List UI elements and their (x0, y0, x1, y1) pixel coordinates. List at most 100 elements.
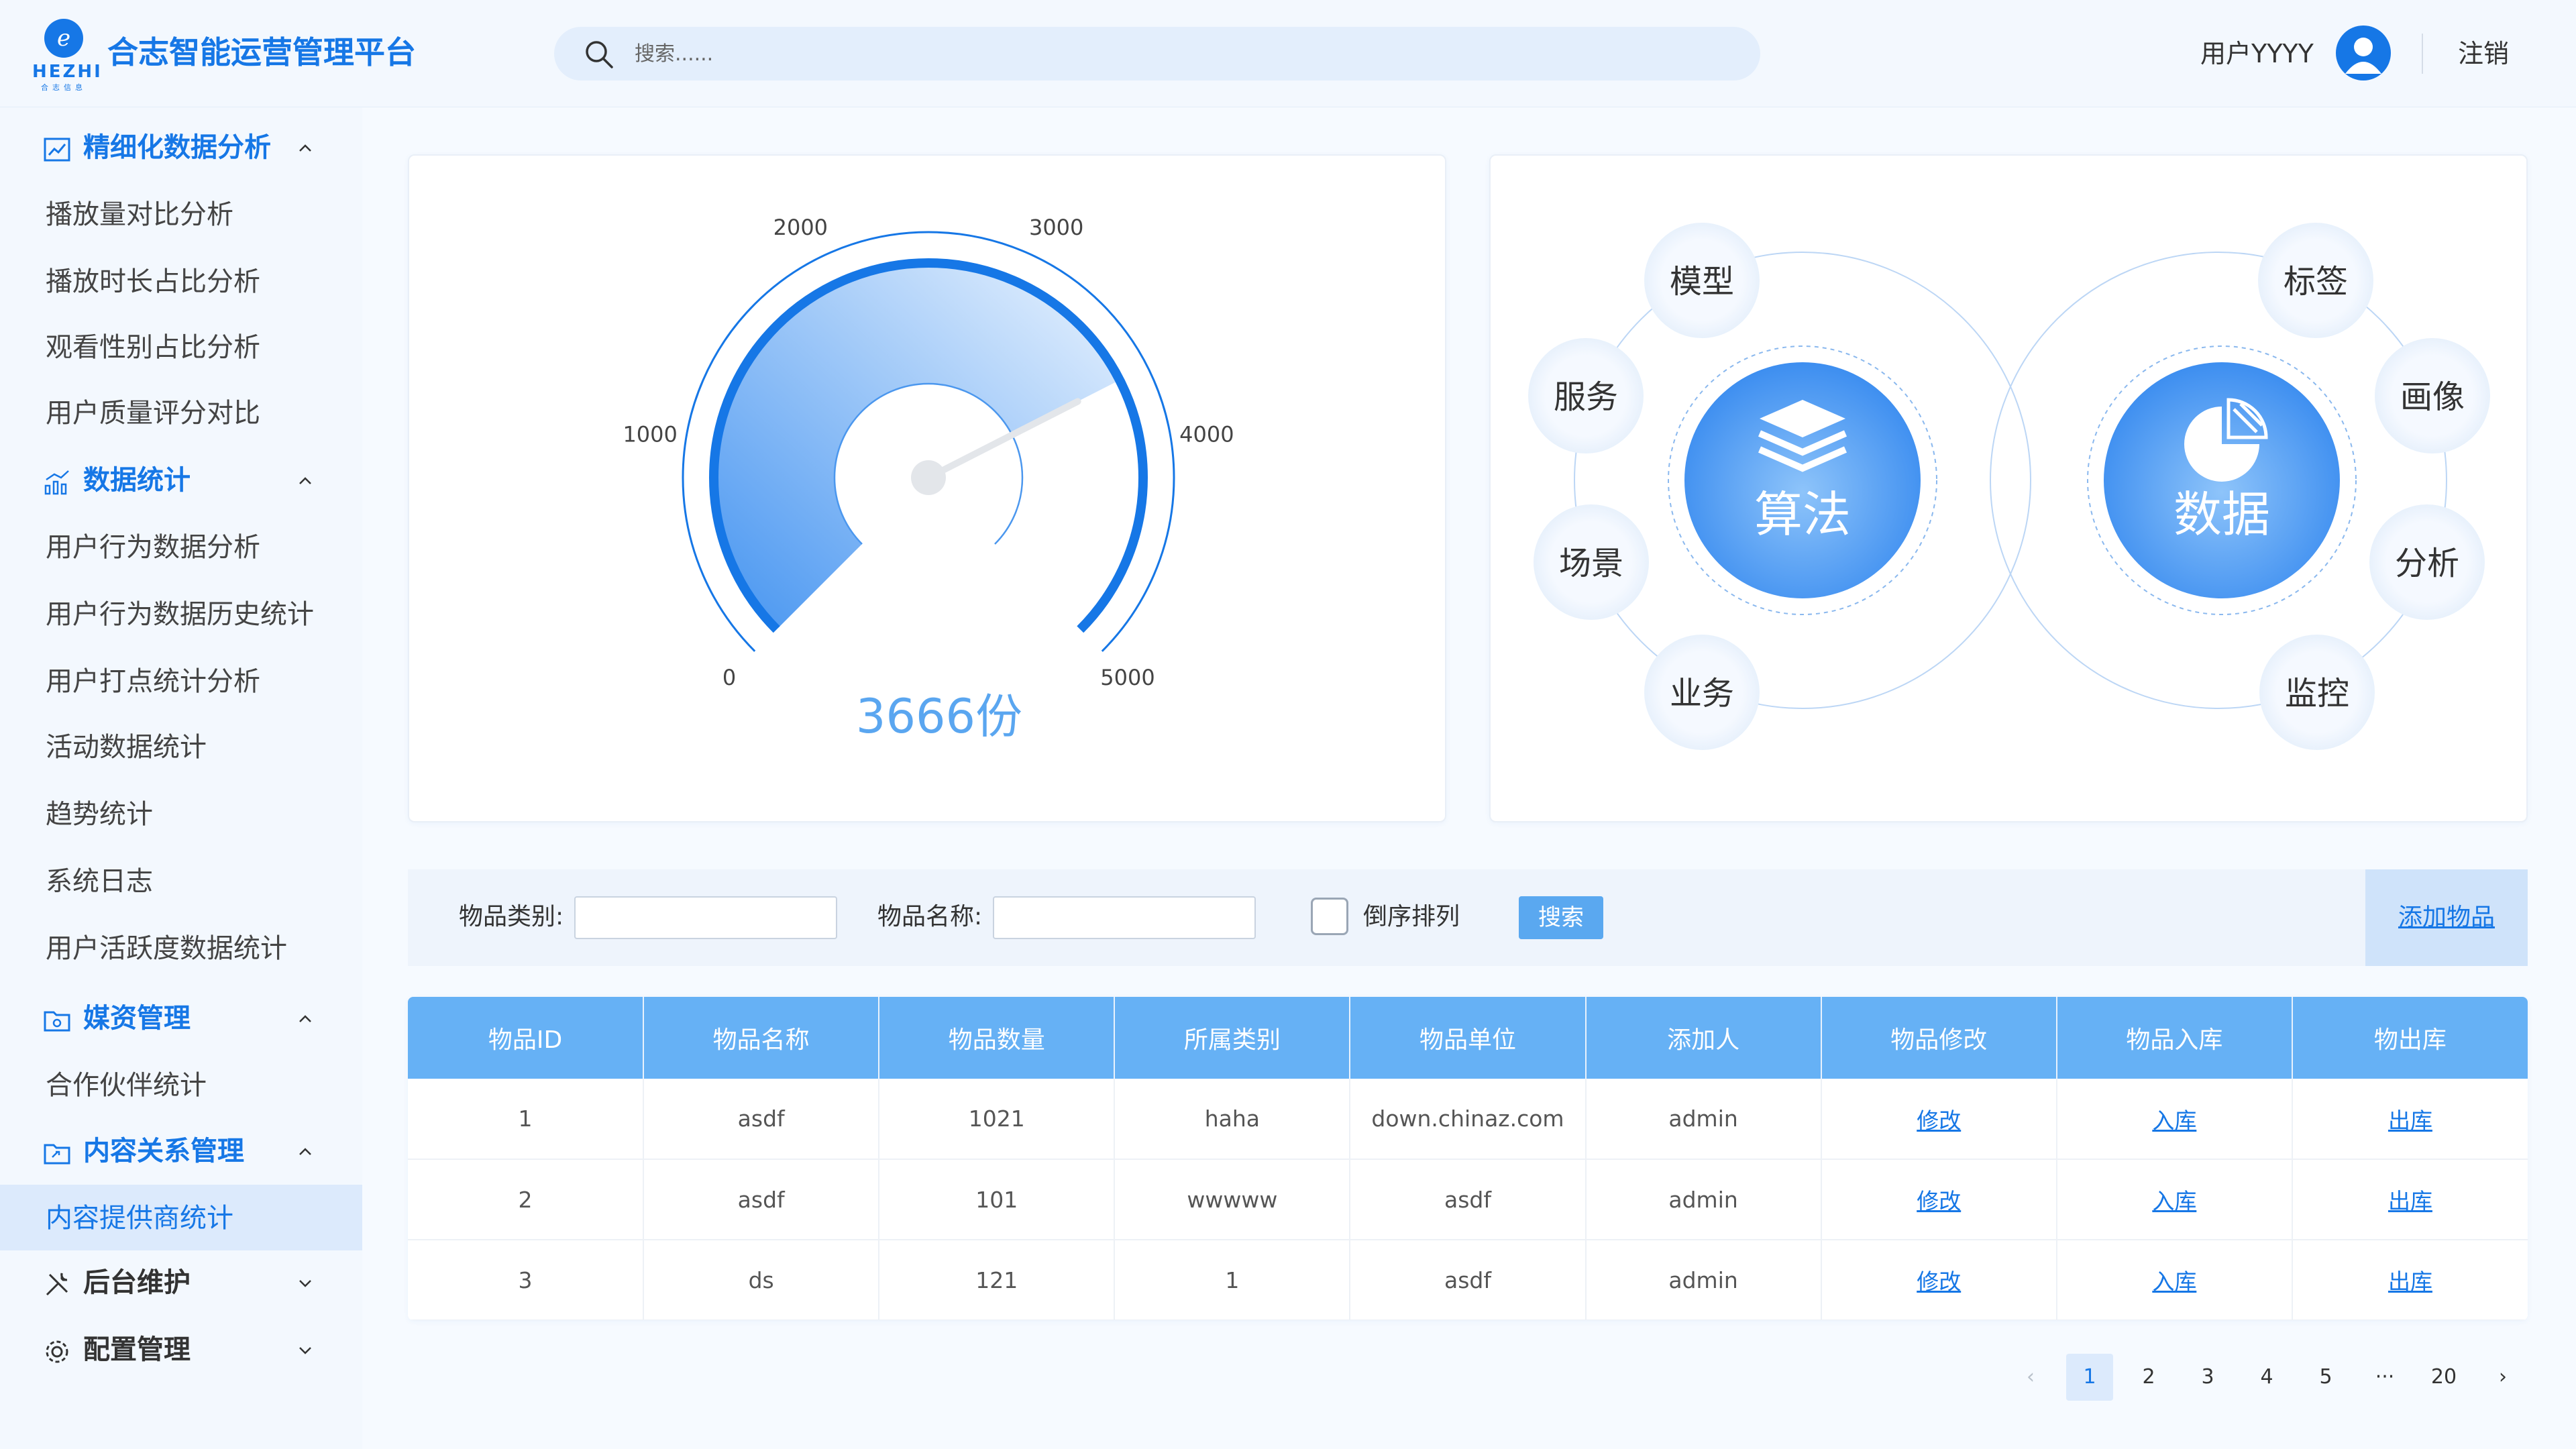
cell-category: haha (1114, 1079, 1351, 1160)
page-5-button[interactable]: 5 (2302, 1354, 2349, 1401)
sidebar-group-maintenance[interactable]: 后台维护 (0, 1250, 362, 1316)
node-monitor-label: 监控 (2285, 675, 2349, 712)
gauge-value-label: 3666份 (856, 689, 1022, 744)
cell-stock-in: 入库 (2056, 1159, 2293, 1240)
node-business[interactable]: 业务 (1644, 635, 1760, 750)
algorithm-bubble[interactable] (1684, 362, 1921, 598)
search-bar[interactable] (554, 27, 1760, 80)
page-20-button[interactable]: 20 (2420, 1354, 2467, 1401)
stock-in-link[interactable]: 入库 (2152, 1188, 2196, 1214)
sidebar-group-config[interactable]: 配置管理 (0, 1318, 362, 1383)
page-1-button[interactable]: 1 (2066, 1354, 2113, 1401)
gear-icon (46, 1340, 68, 1363)
sidebar-item-content-providers[interactable]: 内容提供商统计 (0, 1185, 362, 1250)
sidebar-item-active-users[interactable]: 用户活跃度数据统计 (0, 915, 362, 981)
cell-stock-in: 入库 (2056, 1240, 2293, 1320)
chevron-up-icon[interactable] (295, 138, 315, 158)
cell-added-by: admin (1585, 1079, 1822, 1160)
chevron-down-icon[interactable] (295, 1273, 315, 1293)
cell-quantity: 121 (879, 1240, 1116, 1320)
chevron-up-icon[interactable] (295, 1009, 315, 1029)
user-name[interactable]: 用户YYYY (2200, 35, 2314, 72)
edit-link[interactable]: 修改 (1917, 1269, 1961, 1295)
sidebar-item-gender-ratio[interactable]: 观看性别占比分析 (0, 314, 362, 380)
node-analysis[interactable]: 分析 (2369, 504, 2485, 620)
sidebar-item-play-compare[interactable]: 播放量对比分析 (0, 181, 362, 247)
sidebar-group-data-stats[interactable]: 数据统计 (0, 448, 362, 514)
node-model[interactable]: 模型 (1644, 223, 1760, 338)
node-tag[interactable]: 标签 (2258, 223, 2373, 338)
column-header: 物品名称 (643, 997, 880, 1079)
relation-card: 算法 数据 模型 服务 场景 业务 标签 画像 分析 监控 (1489, 154, 2528, 822)
node-monitor[interactable]: 监控 (2259, 635, 2375, 750)
edit-link[interactable]: 修改 (1917, 1188, 1961, 1214)
sidebar-item-tracking-stats[interactable]: 用户打点统计分析 (0, 648, 362, 714)
trend-chart-icon (44, 138, 70, 162)
sidebar-group-content-relations[interactable]: 内容关系管理 (0, 1119, 362, 1185)
page-2-button[interactable]: 2 (2125, 1354, 2172, 1401)
algorithm-label: 算法 (1754, 486, 1851, 543)
sidebar-item-behavior-history[interactable]: 用户行为数据历史统计 (0, 581, 362, 647)
add-item-button[interactable]: 添加物品 (2365, 869, 2528, 966)
cell-id: 2 (408, 1159, 645, 1240)
sort-desc-checkbox[interactable] (1311, 898, 1348, 935)
cell-stock-out: 出库 (2292, 1159, 2528, 1240)
cell-added-by: admin (1585, 1159, 1822, 1240)
next-page-button[interactable]: › (2479, 1354, 2526, 1401)
node-service[interactable]: 服务 (1528, 338, 1644, 453)
stock-out-link[interactable]: 出库 (2388, 1108, 2432, 1134)
cell-quantity: 1021 (879, 1079, 1116, 1160)
sidebar-item-label: 活动数据统计 (46, 732, 207, 763)
prev-page-button[interactable]: ‹ (2007, 1354, 2054, 1401)
sidebar-item-trend-stats[interactable]: 趋势统计 (0, 781, 362, 847)
cell-edit: 修改 (1821, 1079, 2057, 1160)
sidebar-item-quality-score[interactable]: 用户质量评分对比 (0, 380, 362, 445)
user-avatar-icon (2345, 38, 2381, 74)
sort-desc-label: 倒序排列 (1363, 903, 1460, 930)
cell-stock-out: 出库 (2292, 1079, 2528, 1160)
name-label: 物品名称: (877, 903, 983, 930)
app-title: 合志智能运营管理平台 (107, 34, 416, 70)
top-header: e HEZHI 合志信息 合志智能运营管理平台 用户YYYY 注销 (0, 0, 2576, 107)
stock-out-link[interactable]: 出库 (2388, 1269, 2432, 1295)
sidebar-group-media[interactable]: 媒资管理 (0, 986, 362, 1052)
search-input[interactable] (635, 34, 1708, 74)
page-4-button[interactable]: 4 (2243, 1354, 2290, 1401)
sidebar-group-label: 内容关系管理 (83, 1136, 244, 1167)
chevron-up-icon[interactable] (295, 1142, 315, 1162)
sidebar-group-data-analysis[interactable]: 精细化数据分析 (0, 115, 362, 181)
bar-chart-icon (44, 470, 69, 495)
sidebar-item-label: 用户质量评分对比 (46, 398, 260, 429)
logout-button[interactable]: 注销 (2458, 35, 2509, 72)
node-service-label: 服务 (1554, 378, 1618, 416)
stock-out-link[interactable]: 出库 (2388, 1188, 2432, 1214)
stock-in-link[interactable]: 入库 (2152, 1269, 2196, 1295)
search-icon[interactable] (584, 39, 614, 70)
gauge-tick-label: 3000 (1029, 215, 1083, 240)
gauge-tick-label: 5000 (1100, 665, 1155, 690)
company-logo[interactable]: e HEZHI 合志信息 (32, 19, 101, 92)
table-header-row: 物品ID 物品名称 物品数量 所属类别 物品单位 添加人 物品修改 物品入库 物… (408, 997, 2528, 1079)
sidebar-item-duration-ratio[interactable]: 播放时长占比分析 (0, 248, 362, 314)
sidebar-item-label: 播放时长占比分析 (46, 266, 260, 297)
sidebar-item-label: 内容提供商统计 (46, 1203, 233, 1234)
node-profile[interactable]: 画像 (2375, 338, 2490, 453)
tools-icon (46, 1273, 68, 1296)
chevron-down-icon[interactable] (295, 1340, 315, 1360)
stock-in-link[interactable]: 入库 (2152, 1108, 2196, 1134)
sidebar-item-partners[interactable]: 合作伙伴统计 (0, 1052, 362, 1118)
page-ellipsis[interactable]: ··· (2361, 1354, 2408, 1401)
category-input[interactable] (574, 896, 837, 939)
chevron-up-icon[interactable] (295, 471, 315, 491)
avatar[interactable] (2336, 25, 2391, 80)
sidebar-item-behavior-analysis[interactable]: 用户行为数据分析 (0, 514, 362, 580)
search-button[interactable]: 搜索 (1519, 896, 1603, 939)
cell-unit: down.chinaz.com (1350, 1079, 1587, 1160)
edit-link[interactable]: 修改 (1917, 1108, 1961, 1134)
page-3-button[interactable]: 3 (2184, 1354, 2231, 1401)
node-scene-label: 场景 (1559, 545, 1623, 582)
sidebar-item-system-log[interactable]: 系统日志 (0, 848, 362, 914)
sidebar-item-activity-stats[interactable]: 活动数据统计 (0, 714, 362, 780)
node-scene[interactable]: 场景 (1534, 504, 1649, 620)
name-input[interactable] (993, 896, 1256, 939)
